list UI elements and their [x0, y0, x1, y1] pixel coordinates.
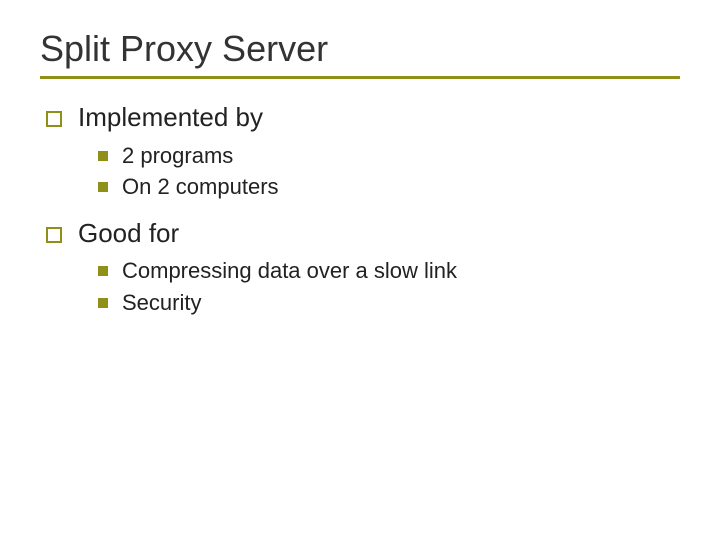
level2-label: 2 programs: [122, 142, 233, 170]
solid-square-icon: [98, 151, 108, 161]
level2-item: Security: [98, 289, 680, 317]
hollow-square-icon: [46, 111, 62, 127]
level1-item: Implemented by: [46, 101, 680, 134]
solid-square-icon: [98, 266, 108, 276]
slide-title: Split Proxy Server: [40, 28, 680, 70]
solid-square-icon: [98, 298, 108, 308]
level2-label: On 2 computers: [122, 173, 279, 201]
level1-label: Implemented by: [78, 101, 263, 134]
level2-item: Compressing data over a slow link: [98, 257, 680, 285]
hollow-square-icon: [46, 227, 62, 243]
level2-item: 2 programs: [98, 142, 680, 170]
level1-label: Good for: [78, 217, 179, 250]
slide: Split Proxy Server Implemented by 2 prog…: [0, 0, 720, 540]
title-underline: [40, 76, 680, 79]
level2-label: Compressing data over a slow link: [122, 257, 457, 285]
level2-label: Security: [122, 289, 201, 317]
level1-item: Good for: [46, 217, 680, 250]
solid-square-icon: [98, 182, 108, 192]
level2-item: On 2 computers: [98, 173, 680, 201]
